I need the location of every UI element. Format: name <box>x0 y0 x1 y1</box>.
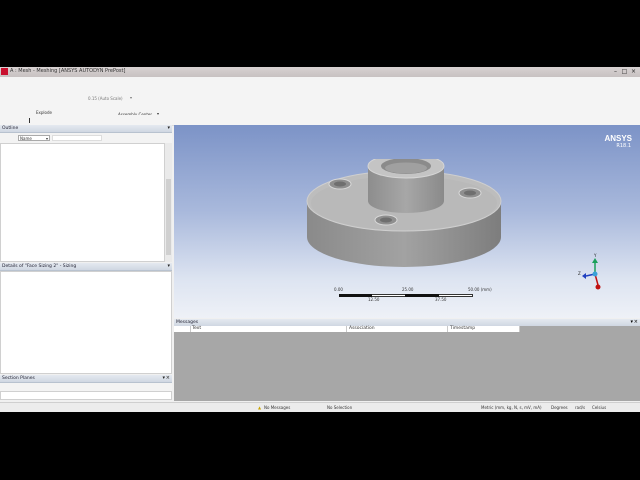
graphics-viewport[interactable]: ANSYS R18.1 0.00 25.00 50.00 (mm) 12.50 … <box>174 125 640 318</box>
title-bar: A : Mesh - Meshing [ANSYS AUTODYN PrePos… <box>0 67 640 77</box>
column-header-icon <box>174 326 191 332</box>
mouse-cursor-icon <box>29 118 34 123</box>
scale-label-50: 50.00 (mm) <box>468 287 492 292</box>
close-icon[interactable]: × <box>166 375 170 381</box>
section-planes-list[interactable] <box>0 391 172 400</box>
close-icon[interactable]: × <box>630 68 637 75</box>
messages-list[interactable]: Text Association Timestamp <box>174 326 640 401</box>
column-header-association[interactable]: Association <box>347 326 448 332</box>
messages-status[interactable]: No Messages <box>264 405 290 410</box>
section-planes-title: Section Planes <box>2 376 35 381</box>
scale-label-25: 25.00 <box>402 287 414 292</box>
pin-icon[interactable]: ▾ <box>167 263 170 269</box>
scale-label-37: 37.50 <box>435 297 447 302</box>
outline-header: Outline ▾ <box>0 125 172 133</box>
outline-scrollbar[interactable] <box>165 143 172 262</box>
minimize-icon[interactable]: – <box>612 68 619 75</box>
flange-model[interactable] <box>304 159 504 289</box>
unit-system[interactable]: Metric (mm, kg, N, s, mV, mA) <box>481 405 542 410</box>
name-filter-dropdown[interactable]: Name ▾ <box>18 135 50 141</box>
outline-tree[interactable] <box>0 143 165 262</box>
bolt-hole-inner <box>380 217 392 223</box>
coordinate-triad[interactable] <box>578 257 612 291</box>
search-input[interactable] <box>52 135 102 141</box>
message-status-icon: ▲ <box>258 405 262 410</box>
details-header: Details of "Face Sizing 2" - Sizing ▾ <box>0 263 172 271</box>
chevron-down-icon: ▾ <box>45 136 48 141</box>
ansys-meshing-window: A : Mesh - Meshing [ANSYS AUTODYN PrePos… <box>0 67 640 412</box>
scale-label-0: 0.00 <box>334 287 343 292</box>
outline-filter-bar: Name ▾ <box>0 133 172 143</box>
messages-title: Messages <box>176 320 199 325</box>
status-bar: ▲ No Messages No Selection Metric (mm, k… <box>0 402 640 412</box>
maximize-icon[interactable]: □ <box>621 68 628 75</box>
angular-velocity-units[interactable]: rad/s <box>575 405 585 410</box>
pin-icon[interactable]: ▾ <box>630 319 633 325</box>
bolt-hole-inner <box>334 181 346 187</box>
details-title: Details of "Face Sizing 2" - Sizing <box>2 264 77 269</box>
scale-dropdown-arrow-icon[interactable]: ▾ <box>130 95 132 100</box>
pin-icon[interactable]: ▾ <box>167 125 170 131</box>
bolt-hole-inner <box>464 190 476 196</box>
name-filter-value: Name <box>20 136 32 141</box>
ansys-version: R18.1 <box>616 143 631 149</box>
section-planes-toolbar <box>0 383 172 391</box>
column-header-timestamp[interactable]: Timestamp <box>448 326 520 332</box>
section-planes-header: Section Planes ▾ × <box>0 375 172 383</box>
outline-title: Outline <box>2 126 19 131</box>
temperature-units[interactable]: Celsius <box>592 405 606 410</box>
ansys-app-icon <box>1 68 8 75</box>
triad-y-label: Y <box>594 253 597 258</box>
pin-icon[interactable]: ▾ <box>162 375 165 381</box>
triad-z-label: Z <box>578 271 581 276</box>
selection-status: No Selection <box>327 405 353 410</box>
details-grid[interactable] <box>0 271 172 374</box>
scale-dropdown[interactable]: 0.15 (Auto Scale) <box>88 96 123 101</box>
scale-label-12: 12.50 <box>368 297 380 302</box>
ansys-logo: ANSYS <box>604 134 632 143</box>
scrollbar-thumb[interactable] <box>166 179 171 255</box>
close-icon[interactable]: × <box>634 319 638 325</box>
window-title: A : Mesh - Meshing [ANSYS AUTODYN PrePos… <box>10 68 126 74</box>
hub-bore-inner <box>385 162 427 174</box>
angle-units[interactable]: Degrees <box>551 405 568 410</box>
column-header-text[interactable]: Text <box>190 326 347 332</box>
scale-ruler <box>339 292 473 298</box>
